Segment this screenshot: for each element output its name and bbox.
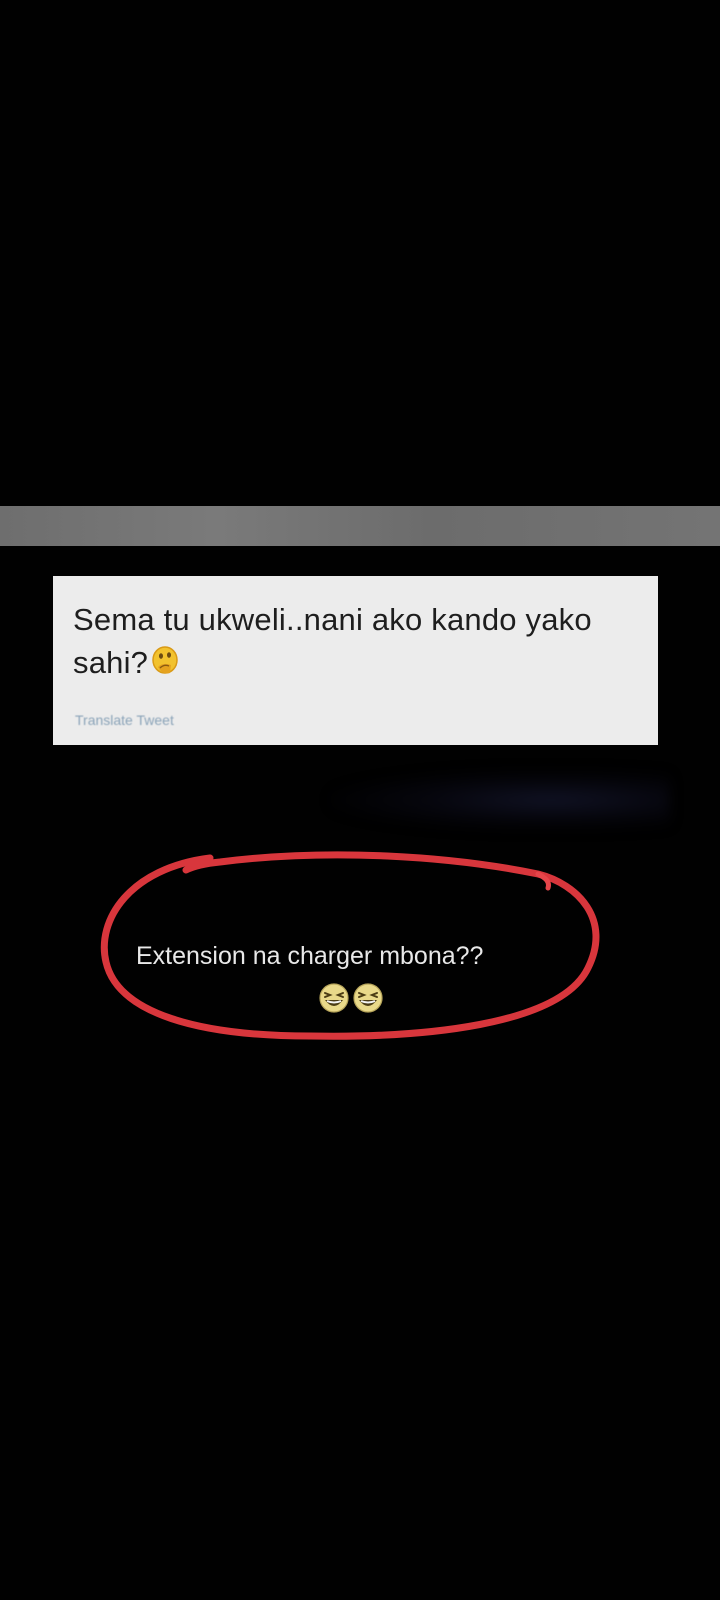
- translate-tweet-link[interactable]: Translate Tweet: [75, 712, 174, 728]
- screenshot-page: Sema tu ukweli..nani ako kando yako sahi…: [0, 0, 720, 1600]
- tweet-card: Sema tu ukweli..nani ako kando yako sahi…: [53, 576, 658, 745]
- grinning-squinting-face-emoji-icon: [353, 983, 383, 1013]
- thinking-face-emoji-icon: [152, 646, 178, 674]
- blurred-smudge: [330, 770, 670, 830]
- tweet-text-wrapper: Sema tu ukweli..nani ako kando yako sahi…: [73, 598, 638, 684]
- top-gray-bar: [0, 506, 720, 546]
- reply-emoji-row: [318, 982, 384, 1016]
- grinning-squinting-face-emoji-icon: [319, 983, 349, 1013]
- reply-text: Extension na charger mbona??: [136, 942, 484, 970]
